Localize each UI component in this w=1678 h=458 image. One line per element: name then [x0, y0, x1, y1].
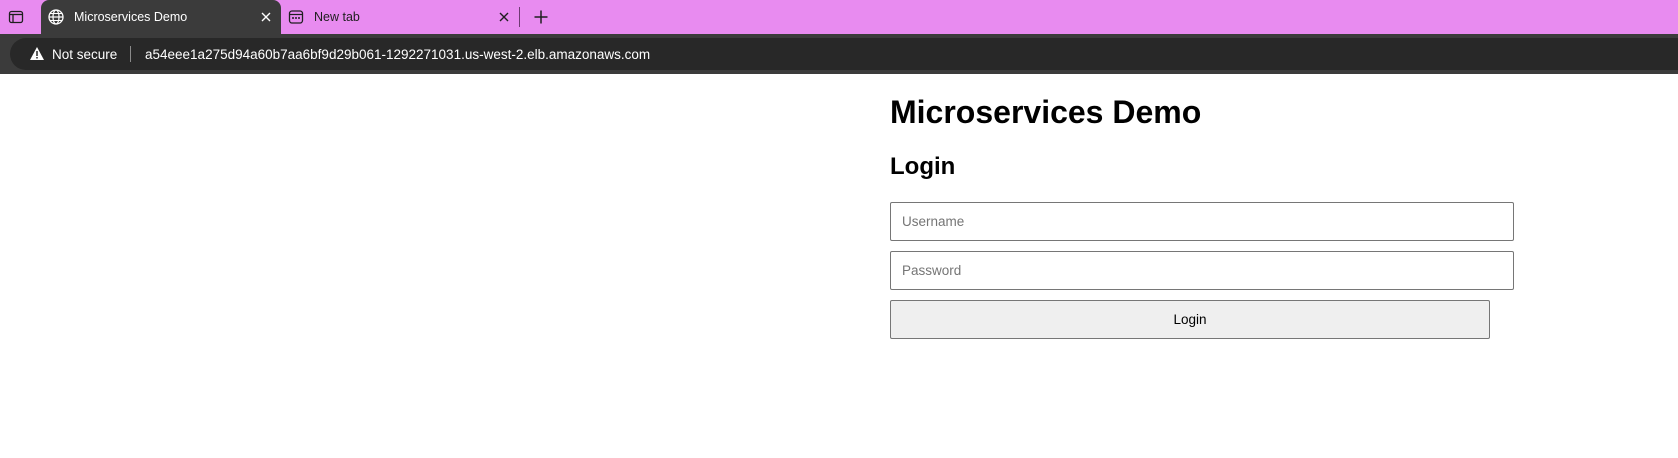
- address-bar[interactable]: Not secure a54eee1a275d94a60b7aa6bf9d29b…: [10, 38, 1678, 70]
- browser-toolbar: Not secure a54eee1a275d94a60b7aa6bf9d29b…: [0, 34, 1678, 74]
- new-tab-page-icon: [288, 10, 304, 24]
- tab-separator: [519, 7, 520, 27]
- tab-actions-button[interactable]: [3, 5, 29, 29]
- tab-title: Microservices Demo: [74, 10, 188, 24]
- page-content: Microservices Demo Login Login: [0, 74, 1678, 458]
- username-input[interactable]: [890, 202, 1514, 241]
- tab-title: New tab: [314, 10, 360, 24]
- login-button[interactable]: Login: [890, 300, 1490, 339]
- plus-icon: [534, 10, 548, 24]
- login-heading: Login: [890, 153, 956, 180]
- security-status-label[interactable]: Not secure: [52, 47, 117, 62]
- warning-icon[interactable]: [29, 46, 45, 61]
- tab-new-tab[interactable]: New tab: [281, 0, 519, 34]
- tab-microservices-demo[interactable]: Microservices Demo: [41, 0, 281, 34]
- page-title: Microservices Demo: [890, 94, 1202, 130]
- close-tab-icon[interactable]: [259, 10, 273, 24]
- url-text[interactable]: a54eee1a275d94a60b7aa6bf9d29b061-1292271…: [145, 47, 650, 62]
- globe-icon: [48, 9, 64, 25]
- tab-strip: Microservices Demo New tab: [0, 0, 1678, 34]
- tab-actions-icon: [8, 10, 24, 24]
- address-bar-separator: [130, 46, 131, 62]
- new-tab-button[interactable]: [530, 6, 552, 28]
- password-input[interactable]: [890, 251, 1514, 290]
- close-tab-icon[interactable]: [497, 10, 511, 24]
